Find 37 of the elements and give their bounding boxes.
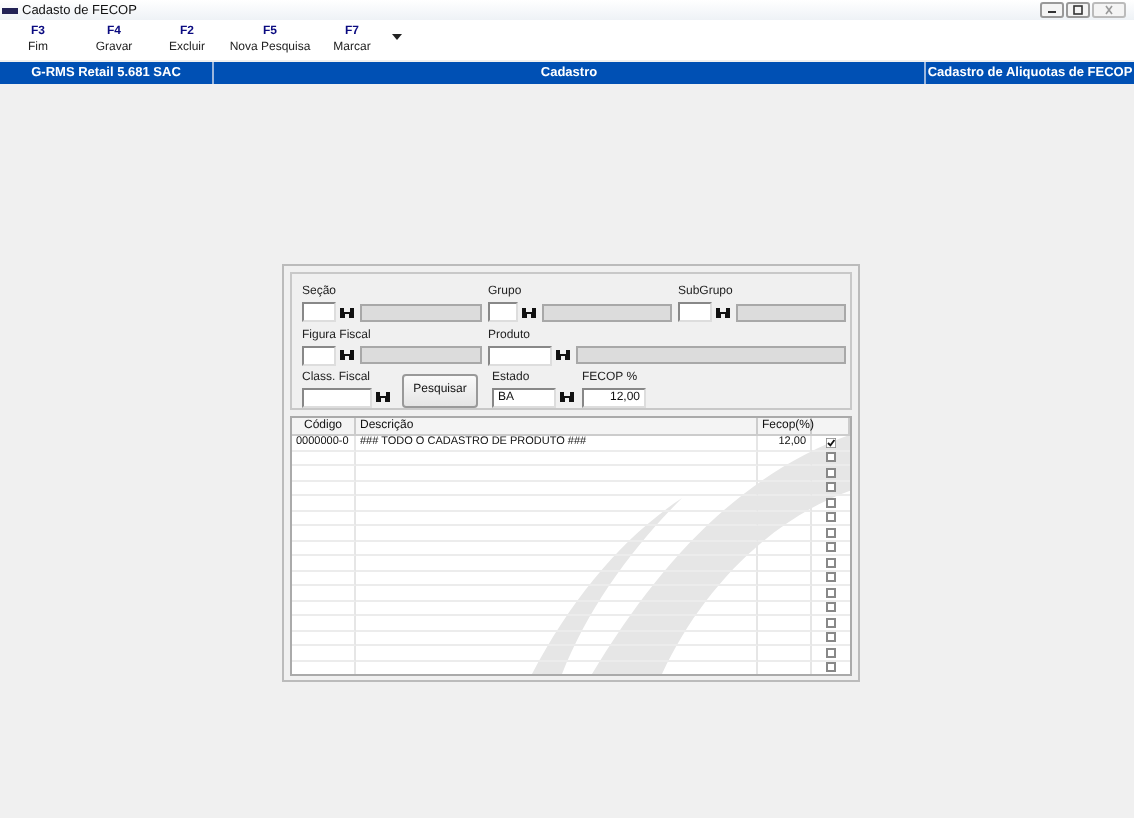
checkbox[interactable] (826, 542, 836, 553)
description-field (736, 303, 846, 322)
app-icon (2, 5, 18, 15)
input-field[interactable] (488, 302, 518, 323)
binoculars-icon[interactable] (554, 348, 572, 363)
checkbox[interactable] (826, 662, 836, 673)
input-field[interactable] (302, 387, 372, 408)
checkbox[interactable] (826, 467, 836, 478)
checkbox[interactable] (826, 617, 836, 628)
input-field[interactable] (678, 302, 712, 323)
binoculars-icon[interactable] (338, 348, 356, 363)
binoculars-icon[interactable] (558, 390, 576, 405)
checkbox[interactable] (826, 512, 836, 523)
dropdown-arrow-icon[interactable] (392, 34, 402, 40)
checkbox[interactable] (826, 647, 836, 658)
input-field[interactable] (488, 345, 552, 366)
input-field[interactable] (302, 345, 336, 366)
checkbox[interactable] (826, 557, 836, 568)
maximize-icon[interactable] (1066, 2, 1090, 18)
checkbox[interactable] (826, 602, 836, 613)
description-field (360, 346, 482, 365)
minimize-icon[interactable] (1040, 2, 1064, 18)
checkbox[interactable] (826, 572, 836, 583)
checkbox[interactable] (826, 438, 836, 448)
description-field (542, 303, 672, 322)
binoculars-icon[interactable] (520, 305, 538, 320)
checkbox[interactable] (826, 632, 836, 643)
checkbox[interactable] (826, 452, 836, 463)
checkbox[interactable] (826, 587, 836, 598)
description-field (360, 303, 482, 322)
binoculars-icon[interactable] (338, 305, 356, 320)
checkbox[interactable] (826, 497, 836, 508)
binoculars-icon[interactable] (374, 390, 392, 405)
binoculars-icon[interactable] (714, 305, 732, 320)
checkbox[interactable] (826, 527, 836, 538)
input-field[interactable] (302, 302, 336, 323)
checkbox[interactable] (826, 482, 836, 493)
